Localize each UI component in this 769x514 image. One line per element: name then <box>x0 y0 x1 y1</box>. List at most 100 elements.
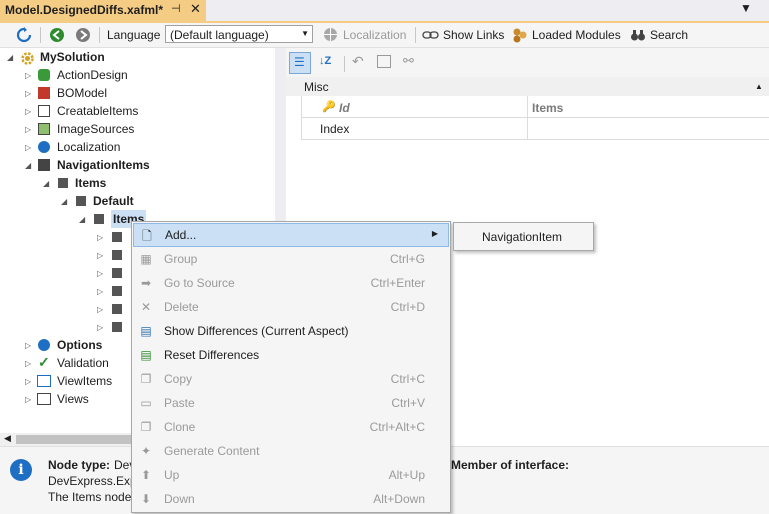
tree-item[interactable]: Localization <box>57 138 120 156</box>
collapse-arrow-icon[interactable]: ◢ <box>43 179 49 188</box>
tree-item[interactable]: Views <box>57 390 89 408</box>
language-select[interactable]: (Default language) ▼ <box>165 25 313 43</box>
magic-wand-icon: ✦ <box>140 444 152 458</box>
search-button[interactable]: Search <box>650 28 688 42</box>
tree-item[interactable]: ImageSources <box>57 120 134 138</box>
globe-icon[interactable] <box>323 27 338 42</box>
arrow-down-icon: ⬇ <box>140 492 152 506</box>
category-label: Misc <box>304 80 329 94</box>
tree-item[interactable]: Items <box>75 174 106 192</box>
menu-item-label: Group <box>164 252 198 266</box>
collapse-arrow-icon[interactable]: ◢ <box>61 197 67 206</box>
document-tab-title: Model.DesignedDiffs.xafml* <box>5 3 164 17</box>
category-row[interactable] <box>286 77 769 96</box>
refresh-icon[interactable] <box>16 27 32 43</box>
menu-item-copy[interactable]: ❐ Copy Ctrl+C <box>133 367 449 391</box>
menu-item-go-to-source[interactable]: ➡ Go to Source Ctrl+Enter <box>133 271 449 295</box>
categorized-view-button[interactable]: ☰ <box>289 52 311 74</box>
menu-item-clone[interactable]: ❐ Clone Ctrl+Alt+C <box>133 415 449 439</box>
column-header-items[interactable]: Items <box>532 101 563 115</box>
menu-item-delete[interactable]: ✕ Delete Ctrl+D <box>133 295 449 319</box>
arrow-up-icon: ⬆ <box>140 468 152 482</box>
expand-arrow-icon[interactable]: ▷ <box>25 89 31 98</box>
context-menu: 🗋 Add... ▶ ▦ Group Ctrl+G ➡ Go to Source… <box>131 221 451 513</box>
tree-root-label[interactable]: MySolution <box>40 48 105 66</box>
menu-item-paste[interactable]: ▭ Paste Ctrl+V <box>133 391 449 415</box>
expand-arrow-icon[interactable]: ▷ <box>97 269 103 278</box>
tab-dropdown-icon[interactable]: ▼ <box>740 1 752 15</box>
menu-item-group[interactable]: ▦ Group Ctrl+G <box>133 247 449 271</box>
window-icon[interactable] <box>377 55 391 68</box>
link-icon[interactable]: ⚯ <box>403 53 414 69</box>
expand-arrow-icon[interactable]: ▷ <box>97 251 103 260</box>
tree-item[interactable]: ViewItems <box>57 372 112 390</box>
expand-arrow-icon[interactable]: ▷ <box>97 305 103 314</box>
back-icon[interactable] <box>49 27 65 43</box>
expand-arrow-icon[interactable]: ▷ <box>25 341 31 350</box>
column-header-id[interactable]: Id <box>339 101 350 115</box>
menu-item-down[interactable]: ⬇ Down Alt+Down <box>133 487 449 511</box>
expand-arrow-icon[interactable]: ▷ <box>25 395 31 404</box>
default-node-icon <box>76 196 86 206</box>
toolbar-separator <box>344 56 345 72</box>
tree-item[interactable]: BOModel <box>57 84 107 102</box>
localization-button[interactable]: Localization <box>343 28 406 42</box>
language-select-value: (Default language) <box>170 28 269 42</box>
collapse-arrow-icon[interactable]: ◢ <box>79 215 85 224</box>
undo-icon[interactable]: ↶ <box>352 53 364 70</box>
expand-arrow-icon[interactable]: ▷ <box>97 287 103 296</box>
show-links-button[interactable]: Show Links <box>443 28 504 42</box>
collapse-arrow-icon[interactable]: ◢ <box>7 53 13 62</box>
sort-alphabetical-icon[interactable]: ↓Z <box>319 55 331 67</box>
expand-arrow-icon[interactable]: ▷ <box>97 323 103 332</box>
submenu-item-navigation-item[interactable]: NavigationItem <box>482 230 562 244</box>
menu-item-shortcut: Alt+Down <box>373 492 425 506</box>
menu-item-add[interactable]: 🗋 Add... ▶ <box>133 223 449 247</box>
scrollbar-thumb[interactable] <box>16 435 134 444</box>
forward-icon[interactable] <box>75 27 91 43</box>
menu-item-label: Add... <box>165 228 197 242</box>
grid-line <box>527 96 528 140</box>
tree-item[interactable]: CreatableItems <box>57 102 138 120</box>
categorized-icon: ☰ <box>294 55 305 69</box>
expand-arrow-icon[interactable]: ▷ <box>25 359 31 368</box>
expand-arrow-icon[interactable]: ▷ <box>25 71 31 80</box>
menu-item-label: Down <box>164 492 195 506</box>
menu-item-label: Paste <box>164 396 195 410</box>
menu-item-label: Generate Content <box>164 444 260 458</box>
menu-item-generate-content[interactable]: ✦ Generate Content <box>133 439 449 463</box>
menu-item-reset-differences[interactable]: ▤ Reset Differences <box>133 343 449 367</box>
tree-item[interactable]: Default <box>93 192 134 210</box>
child-node-icon <box>112 286 122 296</box>
group-icon: ▦ <box>140 252 152 266</box>
close-icon[interactable]: ✕ <box>190 1 201 17</box>
expand-arrow-icon[interactable]: ▷ <box>25 143 31 152</box>
menu-item-show-differences[interactable]: ▤ Show Differences (Current Aspect) <box>133 319 449 343</box>
language-label: Language <box>107 28 161 42</box>
modules-icon <box>513 28 527 43</box>
items-node-icon <box>94 214 104 224</box>
expand-arrow-icon[interactable]: ▷ <box>97 233 103 242</box>
menu-item-shortcut: Ctrl+D <box>390 300 425 314</box>
menu-item-label: Delete <box>164 300 199 314</box>
tree-item[interactable]: ActionDesign <box>57 66 128 84</box>
key-icon: 🔑 <box>322 101 336 113</box>
info-icon: i <box>10 459 32 481</box>
tree-item[interactable]: NavigationItems <box>57 156 150 174</box>
collapse-arrow-icon[interactable]: ◢ <box>25 161 31 170</box>
expand-arrow-icon[interactable]: ▷ <box>25 377 31 386</box>
menu-item-label: Copy <box>164 372 193 386</box>
pin-icon[interactable]: ⊣ <box>171 2 181 15</box>
gear-icon <box>21 52 34 65</box>
creatable-items-icon <box>38 105 50 117</box>
clone-icon: ❐ <box>140 420 152 434</box>
expand-arrow-icon[interactable]: ▷ <box>25 107 31 116</box>
property-name-index[interactable]: Index <box>320 122 349 136</box>
scroll-left-icon[interactable]: ◀ <box>4 433 11 444</box>
tree-item[interactable]: Options <box>57 336 102 354</box>
menu-item-up[interactable]: ⬆ Up Alt+Up <box>133 463 449 487</box>
tree-item[interactable]: Validation <box>57 354 109 372</box>
chevron-up-icon[interactable]: ▲ <box>755 82 763 91</box>
loaded-modules-button[interactable]: Loaded Modules <box>532 28 621 42</box>
expand-arrow-icon[interactable]: ▷ <box>25 125 31 134</box>
